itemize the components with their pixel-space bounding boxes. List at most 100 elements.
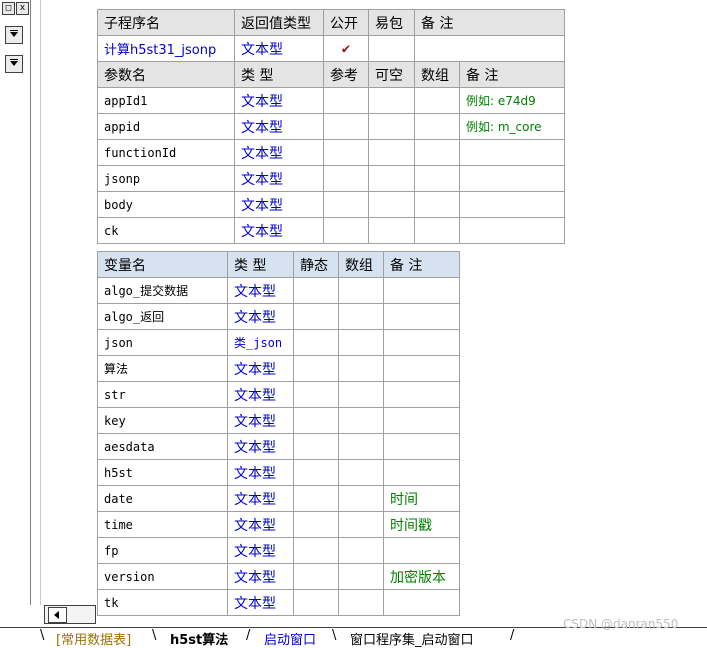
variable-name[interactable]: str xyxy=(97,381,228,408)
param-type-cell[interactable]: 文本型 xyxy=(234,139,324,166)
variable-note[interactable]: 时间 xyxy=(383,485,460,512)
variable-type-cell[interactable]: 文本型 xyxy=(227,407,294,434)
variable-array-cell[interactable] xyxy=(338,589,384,616)
param-type-cell[interactable]: 文本型 xyxy=(234,217,324,244)
param-note[interactable] xyxy=(458,217,566,244)
variable-static-cell[interactable] xyxy=(293,303,339,330)
variable-array-cell[interactable] xyxy=(338,511,384,538)
param-array-cell[interactable] xyxy=(414,191,460,218)
variable-note[interactable] xyxy=(383,537,460,564)
param-row[interactable]: jsonp 文本型 xyxy=(97,165,566,192)
variable-static-cell[interactable] xyxy=(293,537,339,564)
param-name[interactable]: jsonp xyxy=(97,165,235,192)
tab-startup-window[interactable]: 启动窗口 xyxy=(264,629,316,648)
param-name[interactable]: functionId xyxy=(97,139,235,166)
variable-type-cell[interactable]: 文本型 xyxy=(227,459,294,486)
param-ref-cell[interactable] xyxy=(323,87,369,114)
variable-row[interactable]: json 类_json xyxy=(97,329,460,356)
param-note[interactable] xyxy=(458,139,566,166)
variable-row[interactable]: time 文本型 时间戳 xyxy=(97,511,460,538)
variable-row[interactable]: algo_返回 文本型 xyxy=(97,303,460,330)
scroll-left-icon[interactable] xyxy=(48,607,67,623)
variable-array-cell[interactable] xyxy=(338,277,384,304)
variable-name[interactable]: time xyxy=(97,511,228,538)
restore-icon[interactable]: □ xyxy=(2,2,15,15)
variable-array-cell[interactable] xyxy=(338,459,384,486)
tab-window-assembly[interactable]: 窗口程序集_启动窗口 xyxy=(350,629,474,648)
param-note[interactable]: 例如: m_core xyxy=(458,113,566,140)
variable-name[interactable]: fp xyxy=(97,537,228,564)
variable-type-cell[interactable]: 文本型 xyxy=(227,563,294,590)
variable-row[interactable]: key 文本型 xyxy=(97,407,460,434)
variable-static-cell[interactable] xyxy=(293,485,339,512)
param-type-cell[interactable]: 文本型 xyxy=(234,165,324,192)
variable-note[interactable] xyxy=(383,355,460,382)
param-nullable-cell[interactable] xyxy=(368,217,415,244)
param-array-cell[interactable] xyxy=(414,217,460,244)
close-icon[interactable]: x xyxy=(16,2,29,15)
variable-note[interactable] xyxy=(383,277,460,304)
variable-row[interactable]: aesdata 文本型 xyxy=(97,433,460,460)
variable-name[interactable]: version xyxy=(97,563,228,590)
param-type-cell[interactable]: 文本型 xyxy=(234,113,324,140)
variable-array-cell[interactable] xyxy=(338,381,384,408)
param-ref-cell[interactable] xyxy=(323,191,369,218)
param-note[interactable]: 例如: e74d9 xyxy=(458,87,566,114)
variable-note[interactable] xyxy=(383,407,460,434)
subroutine-row[interactable]: 计算h5st31_jsonp 文本型 ✔ xyxy=(97,35,566,62)
param-nullable-cell[interactable] xyxy=(368,113,415,140)
variable-name[interactable]: h5st xyxy=(97,459,228,486)
param-row[interactable]: functionId 文本型 xyxy=(97,139,566,166)
variable-note[interactable]: 时间戳 xyxy=(383,511,460,538)
param-row[interactable]: body 文本型 xyxy=(97,191,566,218)
param-array-cell[interactable] xyxy=(414,165,460,192)
variable-type-cell[interactable]: 文本型 xyxy=(227,355,294,382)
param-nullable-cell[interactable] xyxy=(368,191,415,218)
variable-row[interactable]: date 文本型 时间 xyxy=(97,485,460,512)
variable-note[interactable] xyxy=(383,329,460,356)
param-ref-cell[interactable] xyxy=(323,165,369,192)
variable-note[interactable] xyxy=(383,459,460,486)
variable-row[interactable]: fp 文本型 xyxy=(97,537,460,564)
variable-row[interactable]: h5st 文本型 xyxy=(97,459,460,486)
variable-name[interactable]: aesdata xyxy=(97,433,228,460)
variable-array-cell[interactable] xyxy=(338,433,384,460)
variable-array-cell[interactable] xyxy=(338,303,384,330)
variable-note[interactable] xyxy=(383,589,460,616)
param-row[interactable]: appid 文本型 例如: m_core xyxy=(97,113,566,140)
param-nullable-cell[interactable] xyxy=(368,87,415,114)
param-ref-cell[interactable] xyxy=(323,139,369,166)
variable-name[interactable]: algo_返回 xyxy=(97,303,228,330)
param-name[interactable]: appId1 xyxy=(97,87,235,114)
param-name[interactable]: appid xyxy=(97,113,235,140)
variable-row[interactable]: algo_提交数据 文本型 xyxy=(97,277,460,304)
note-cell[interactable] xyxy=(413,35,566,62)
variable-name[interactable]: key xyxy=(97,407,228,434)
variable-array-cell[interactable] xyxy=(338,485,384,512)
variable-array-cell[interactable] xyxy=(338,329,384,356)
tab-common-data-table[interactable]: [常用数据表] xyxy=(56,629,131,648)
param-array-cell[interactable] xyxy=(414,87,460,114)
variable-array-cell[interactable] xyxy=(338,537,384,564)
variable-name[interactable]: 算法 xyxy=(97,355,228,382)
variable-name[interactable]: date xyxy=(97,485,228,512)
param-note[interactable] xyxy=(458,165,566,192)
variable-static-cell[interactable] xyxy=(293,381,339,408)
variable-static-cell[interactable] xyxy=(293,459,339,486)
variable-array-cell[interactable] xyxy=(338,355,384,382)
variable-name[interactable]: tk xyxy=(97,589,228,616)
param-note[interactable] xyxy=(458,191,566,218)
param-ref-cell[interactable] xyxy=(323,113,369,140)
variable-type-cell[interactable]: 文本型 xyxy=(227,485,294,512)
variable-note[interactable] xyxy=(383,381,460,408)
variable-type-cell[interactable]: 文本型 xyxy=(227,537,294,564)
variable-static-cell[interactable] xyxy=(293,407,339,434)
public-checkbox[interactable]: ✔ xyxy=(323,35,369,62)
variable-type-cell[interactable]: 文本型 xyxy=(227,303,294,330)
param-type-cell[interactable]: 文本型 xyxy=(234,191,324,218)
variable-type-cell[interactable]: 文本型 xyxy=(227,277,294,304)
param-name[interactable]: body xyxy=(97,191,235,218)
variable-name[interactable]: json xyxy=(97,329,228,356)
variable-type-cell[interactable]: 文本型 xyxy=(227,589,294,616)
return-type-cell[interactable]: 文本型 xyxy=(234,35,324,62)
